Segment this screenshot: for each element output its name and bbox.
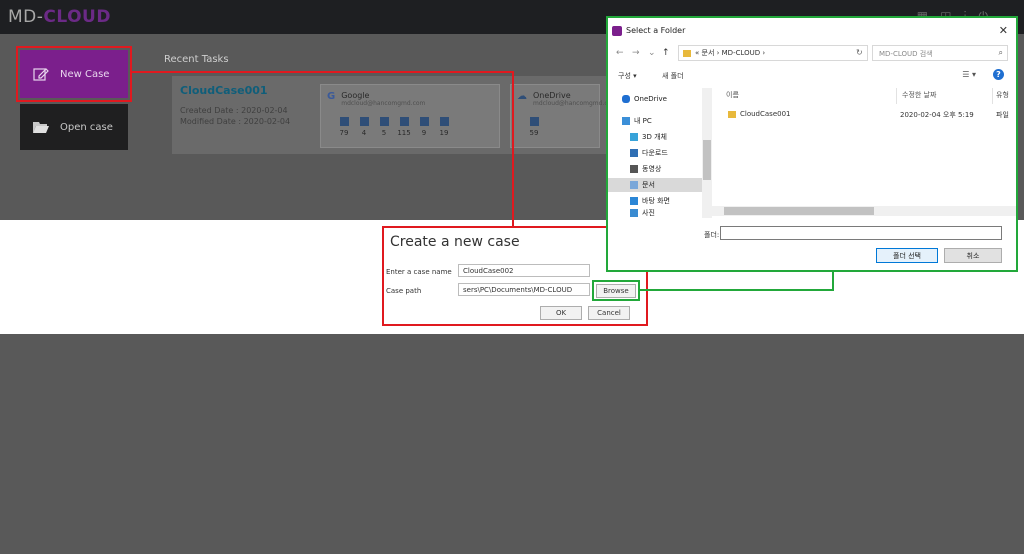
cloud-file-icon: [529, 117, 539, 126]
browse-highlight: [592, 280, 640, 301]
service-card-google[interactable]: G Google mdcloud@hancomgmd.com 79 4 5 11…: [320, 84, 500, 148]
service-account: mdcloud@hancomgmd.com: [341, 100, 426, 107]
location-icon: [419, 117, 429, 126]
mail-icon: [339, 117, 349, 126]
callout-line-green-v: [832, 270, 834, 291]
new-case-highlight: [16, 46, 132, 102]
count-item: 115: [397, 117, 411, 137]
recent-tasks-title: Recent Tasks: [164, 54, 229, 65]
photos-icon: [439, 117, 449, 126]
created-date: Created Date : 2020-02-04: [180, 106, 288, 115]
calendar-icon: [379, 117, 389, 126]
service-card-onedrive[interactable]: ☁ OneDrive mdcloud@hancomgmd.com 59: [510, 84, 617, 148]
callout-line-red-h: [132, 71, 513, 73]
recent-tasks-panel: CloudCase001 Created Date : 2020-02-04 M…: [172, 76, 617, 154]
service-counts: 79 4 5 115 9 19: [327, 117, 493, 137]
count-item: 5: [377, 117, 391, 137]
modified-date: Modified Date : 2020-02-04: [180, 117, 291, 126]
service-name: OneDrive: [533, 91, 571, 100]
logo-main: MD-: [8, 7, 44, 27]
logo-accent: CLOUD: [43, 7, 111, 27]
count-item: 9: [417, 117, 431, 137]
service-name: Google: [341, 91, 370, 100]
onedrive-icon: ☁: [517, 91, 527, 102]
dimmed-background: [0, 334, 1024, 554]
recent-case-card[interactable]: CloudCase001 Created Date : 2020-02-04 M…: [180, 84, 310, 127]
callout-line-red-v: [512, 71, 514, 227]
select-folder-highlight: [606, 16, 1018, 272]
count-item: 59: [527, 117, 541, 137]
app-logo: MD-CLOUD: [8, 7, 111, 27]
open-case-label: Open case: [60, 121, 113, 133]
recent-case-name: CloudCase001: [180, 84, 268, 97]
open-case-button[interactable]: Open case: [20, 104, 128, 150]
count-item: 79: [337, 117, 351, 137]
folder-open-icon: [32, 119, 50, 135]
service-counts: 59: [517, 117, 593, 137]
callout-line-green-h: [640, 289, 834, 291]
count-item: 4: [357, 117, 371, 137]
google-icon: G: [327, 91, 336, 102]
service-account: mdcloud@hancomgmd.com: [533, 100, 618, 107]
contacts-icon: [359, 117, 369, 126]
count-item: 19: [437, 117, 451, 137]
recent-case-dates: Created Date : 2020-02-04 Modified Date …: [180, 105, 310, 127]
drive-icon: [399, 117, 409, 126]
